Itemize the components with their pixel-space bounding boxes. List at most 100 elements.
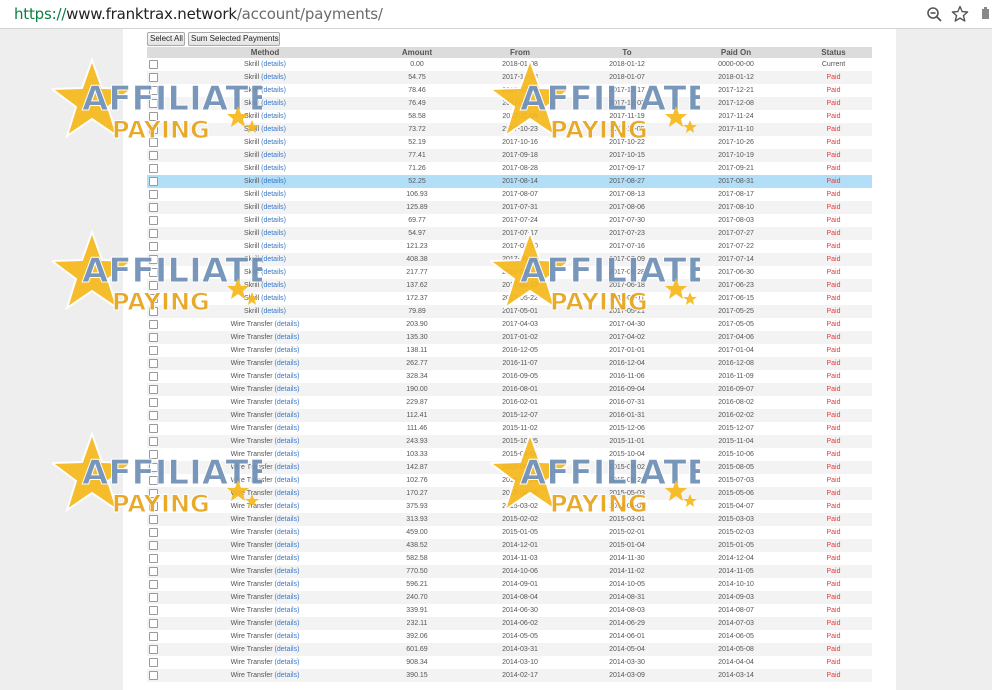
row-checkbox[interactable] — [148, 592, 158, 602]
details-link[interactable]: (details) — [275, 516, 300, 523]
row-checkbox[interactable] — [148, 59, 158, 69]
details-link[interactable]: (details) — [261, 256, 286, 263]
table-row[interactable]: Wire Transfer (details) 262.77 2016-11-07 2… — [147, 357, 872, 370]
table-row[interactable]: Skrill (details) 125.89 2017-07-31 2017-08-… — [147, 201, 872, 214]
details-link[interactable]: (details) — [261, 61, 286, 68]
row-checkbox[interactable] — [148, 137, 158, 147]
header-status[interactable]: Status — [795, 47, 872, 58]
row-checkbox[interactable] — [148, 228, 158, 238]
table-row[interactable]: Wire Transfer (details) 190.00 2016-08-01 2… — [147, 383, 872, 396]
table-row[interactable]: Skrill (details) 106.93 2017-08-07 2017-08-… — [147, 188, 872, 201]
row-checkbox[interactable] — [148, 488, 158, 498]
row-checkbox[interactable] — [148, 202, 158, 212]
table-row[interactable]: Wire Transfer (details) 339.91 2014-06-30 2… — [147, 604, 872, 617]
details-link[interactable]: (details) — [275, 581, 300, 588]
row-checkbox[interactable] — [148, 670, 158, 680]
details-link[interactable]: (details) — [275, 386, 300, 393]
details-link[interactable]: (details) — [275, 633, 300, 640]
details-link[interactable]: (details) — [275, 672, 300, 679]
row-checkbox[interactable] — [148, 410, 158, 420]
row-checkbox[interactable] — [148, 423, 158, 433]
zoom-out-icon[interactable] — [926, 6, 943, 23]
table-row[interactable]: Wire Transfer (details) 103.33 2015-08-04 2… — [147, 448, 872, 461]
table-row[interactable]: Skrill (details) 77.41 2017-09-18 2017-10-1… — [147, 149, 872, 162]
table-row[interactable]: Skrill (details) 71.26 2017-08-28 2017-09-1… — [147, 162, 872, 175]
details-link[interactable]: (details) — [275, 568, 300, 575]
table-row[interactable]: Skrill (details) 69.77 2017-07-24 2017-07-3… — [147, 214, 872, 227]
table-row[interactable]: Skrill (details) 73.72 2017-10-23 2017-11-0… — [147, 123, 872, 136]
table-row[interactable]: Wire Transfer (details) 908.34 2014-03-10 2… — [147, 656, 872, 669]
details-link[interactable]: (details) — [275, 646, 300, 653]
row-checkbox[interactable] — [148, 501, 158, 511]
row-checkbox[interactable] — [148, 397, 158, 407]
row-checkbox[interactable] — [148, 553, 158, 563]
details-link[interactable]: (details) — [275, 373, 300, 380]
row-checkbox[interactable] — [148, 436, 158, 446]
row-checkbox[interactable] — [148, 254, 158, 264]
details-link[interactable]: (details) — [261, 282, 286, 289]
row-checkbox[interactable] — [148, 566, 158, 576]
row-checkbox[interactable] — [148, 527, 158, 537]
details-link[interactable]: (details) — [275, 464, 300, 471]
row-checkbox[interactable] — [148, 514, 158, 524]
row-checkbox[interactable] — [148, 631, 158, 641]
details-link[interactable]: (details) — [275, 490, 300, 497]
row-checkbox[interactable] — [148, 150, 158, 160]
table-row[interactable]: Wire Transfer (details) 328.34 2016-09-05 2… — [147, 370, 872, 383]
table-row[interactable]: Skrill (details) 58.58 2017-11-06 2017-11-1… — [147, 110, 872, 123]
table-row[interactable]: Wire Transfer (details) 601.69 2014-03-31 2… — [147, 643, 872, 656]
table-row[interactable]: Wire Transfer (details) 582.58 2014-11-03 2… — [147, 552, 872, 565]
row-checkbox[interactable] — [148, 85, 158, 95]
row-checkbox[interactable] — [148, 98, 158, 108]
details-link[interactable]: (details) — [275, 347, 300, 354]
bookmark-star-icon[interactable] — [951, 5, 969, 23]
row-checkbox[interactable] — [148, 657, 158, 667]
details-link[interactable]: (details) — [275, 321, 300, 328]
details-link[interactable]: (details) — [261, 87, 286, 94]
details-link[interactable]: (details) — [275, 542, 300, 549]
details-link[interactable]: (details) — [261, 269, 286, 276]
table-row[interactable]: Skrill (details) 52.19 2017-10-16 2017-10-2… — [147, 136, 872, 149]
table-row[interactable]: Skrill (details) 172.37 2017-05-22 2017-06-… — [147, 292, 872, 305]
table-row[interactable]: Skrill (details) 137.62 2017-06-12 2017-06-… — [147, 279, 872, 292]
table-row[interactable]: Wire Transfer (details) 112.41 2015-12-07 2… — [147, 409, 872, 422]
table-row[interactable]: Wire Transfer (details) 170.27 2015-04-06 2… — [147, 487, 872, 500]
details-link[interactable]: (details) — [261, 178, 286, 185]
details-link[interactable]: (details) — [261, 204, 286, 211]
table-row[interactable]: Wire Transfer (details) 102.76 2015-05-04 2… — [147, 474, 872, 487]
table-row[interactable]: Wire Transfer (details) 313.93 2015-02-02 2… — [147, 513, 872, 526]
row-checkbox[interactable] — [148, 345, 158, 355]
table-row[interactable]: Skrill (details) 54.75 2017-12-18 2018-01-0… — [147, 71, 872, 84]
row-checkbox[interactable] — [148, 280, 158, 290]
details-link[interactable]: (details) — [261, 100, 286, 107]
table-row[interactable]: Wire Transfer (details) 138.11 2016-12-05 2… — [147, 344, 872, 357]
header-method[interactable]: Method — [159, 47, 371, 58]
details-link[interactable]: (details) — [275, 594, 300, 601]
row-checkbox[interactable] — [148, 540, 158, 550]
table-row[interactable]: Wire Transfer (details) 243.93 2015-10-05 2… — [147, 435, 872, 448]
sum-selected-payments-button[interactable]: Sum Selected Payments — [188, 32, 280, 46]
table-row[interactable]: Skrill (details) 52.25 2017-08-14 2017-08-2… — [147, 175, 872, 188]
header-amount[interactable]: Amount — [371, 47, 463, 58]
details-link[interactable]: (details) — [275, 451, 300, 458]
details-link[interactable]: (details) — [275, 399, 300, 406]
row-checkbox[interactable] — [148, 215, 158, 225]
details-link[interactable]: (details) — [275, 477, 300, 484]
select-all-button[interactable]: Select All — [147, 32, 185, 46]
details-link[interactable]: (details) — [275, 620, 300, 627]
table-row[interactable]: Skrill (details) 121.23 2017-07-10 2017-07-… — [147, 240, 872, 253]
header-from[interactable]: From — [463, 47, 577, 58]
table-row[interactable]: Skrill (details) 408.38 2017-06-29 2017-07-… — [147, 253, 872, 266]
table-row[interactable]: Wire Transfer (details) 438.52 2014-12-01 2… — [147, 539, 872, 552]
row-checkbox[interactable] — [148, 293, 158, 303]
row-checkbox[interactable] — [148, 267, 158, 277]
row-checkbox[interactable] — [148, 189, 158, 199]
row-checkbox[interactable] — [148, 449, 158, 459]
row-checkbox[interactable] — [148, 384, 158, 394]
table-row[interactable]: Wire Transfer (details) 459.00 2015-01-05 2… — [147, 526, 872, 539]
row-checkbox[interactable] — [148, 306, 158, 316]
details-link[interactable]: (details) — [261, 113, 286, 120]
browser-url-bar[interactable]: https://www.franktrax.network/account/pa… — [0, 0, 992, 29]
details-link[interactable]: (details) — [275, 529, 300, 536]
details-link[interactable]: (details) — [275, 659, 300, 666]
